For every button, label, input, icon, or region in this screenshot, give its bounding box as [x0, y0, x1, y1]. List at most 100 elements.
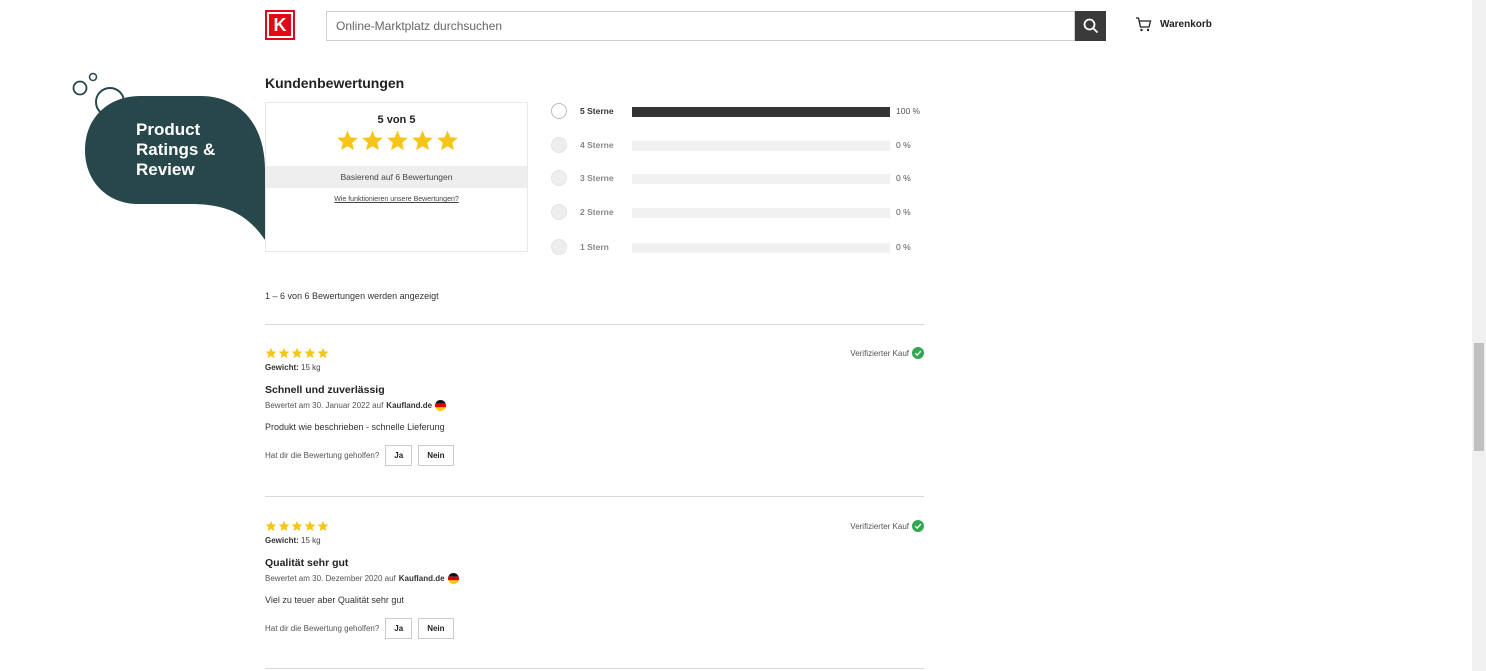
- weight-value: 15 kg: [301, 536, 321, 545]
- rating-filter-5[interactable]: 5 Sterne 100 %: [551, 103, 931, 121]
- german-flag-icon: [435, 400, 447, 411]
- rating-filter-label: 3 Sterne: [580, 173, 614, 183]
- review-item: Verifizierter Kauf Gewicht: 15 kg Schnel…: [265, 347, 924, 487]
- german-flag-icon: [447, 573, 459, 584]
- cart-button[interactable]: Warenkorb: [1135, 17, 1212, 32]
- rating-filter-label: 5 Sterne: [580, 106, 614, 116]
- radio-button[interactable]: [551, 204, 567, 220]
- based-on-text: Basierend auf 6 Bewertungen: [266, 166, 527, 188]
- review-title: Qualität sehr gut: [265, 557, 349, 569]
- rating-percent: 0 %: [896, 242, 911, 252]
- review-meta: Bewertet am 30. Dezember 2020 auf Kaufla…: [265, 573, 459, 584]
- helpful-question: Hat dir die Bewertung geholfen?: [265, 624, 380, 633]
- star-icon: [278, 347, 290, 358]
- divider: [265, 668, 924, 669]
- site-header: K Warenkorb: [0, 0, 1472, 52]
- average-rating-stars: [336, 129, 459, 152]
- search-icon: [1083, 18, 1098, 34]
- star-icon: [304, 347, 316, 358]
- star-icon: [317, 520, 329, 531]
- review-text: Produkt wie beschrieben - schnelle Liefe…: [265, 422, 445, 432]
- rating-filter-2[interactable]: 2 Sterne 0 %: [551, 204, 931, 222]
- scrollbar-thumb[interactable]: [1474, 343, 1484, 451]
- rating-filter-1[interactable]: 1 Stern 0 %: [551, 239, 931, 257]
- weight-value: 15 kg: [301, 363, 321, 372]
- weight-label: Gewicht:: [265, 363, 299, 372]
- store-name: Kaufland.de: [398, 574, 445, 583]
- rating-percent: 0 %: [896, 140, 911, 150]
- review-variant: Gewicht: 15 kg: [265, 363, 321, 372]
- review-meta: Bewertet am 30. Januar 2022 auf Kaufland…: [265, 400, 447, 411]
- verified-label: Verifizierter Kauf: [850, 521, 909, 531]
- rating-filter-3[interactable]: 3 Sterne 0 %: [551, 170, 931, 188]
- divider: [265, 324, 924, 325]
- store-name: Kaufland.de: [386, 401, 433, 410]
- rating-bar-fill: [632, 107, 890, 117]
- search-button[interactable]: [1075, 11, 1106, 41]
- star-icon: [317, 347, 329, 358]
- check-circle-icon: [912, 520, 924, 532]
- logo-letter: K: [269, 14, 291, 36]
- review-text: Viel zu teuer aber Qualität sehr gut: [265, 595, 404, 605]
- rating-bar: [632, 208, 890, 218]
- star-icon: [291, 347, 303, 358]
- helpful-prompt: Hat dir die Bewertung geholfen? Ja Nein: [265, 618, 454, 639]
- verified-label: Verifizierter Kauf: [850, 348, 909, 358]
- rating-bar: [632, 174, 890, 184]
- rating-percent: 100 %: [896, 106, 921, 116]
- search-bar: [326, 11, 1106, 41]
- star-icon: [412, 130, 433, 151]
- helpful-no-button[interactable]: Nein: [418, 618, 454, 639]
- star-icon: [278, 520, 290, 531]
- helpful-no-button[interactable]: Nein: [418, 445, 454, 466]
- rating-summary-card: 5 von 5 Basierend auf 6 Bewertungen Wie …: [265, 102, 528, 252]
- radio-button[interactable]: [551, 170, 567, 186]
- promo-badge: Product Ratings & Review: [70, 70, 270, 245]
- review-variant: Gewicht: 15 kg: [265, 536, 321, 545]
- average-rating-text: 5 von 5: [377, 114, 416, 126]
- star-icon: [387, 130, 408, 151]
- helpful-prompt: Hat dir die Bewertung geholfen? Ja Nein: [265, 445, 454, 466]
- review-stars: [265, 347, 329, 359]
- weight-label: Gewicht:: [265, 536, 299, 545]
- rating-filter-label: 2 Sterne: [580, 207, 614, 217]
- star-icon: [337, 130, 358, 151]
- review-stars: [265, 520, 329, 532]
- review-item: Verifizierter Kauf Gewicht: 15 kg Qualit…: [265, 520, 924, 660]
- rating-percent: 0 %: [896, 173, 911, 183]
- star-icon: [291, 520, 303, 531]
- reviews-count-text: 1 – 6 von 6 Bewertungen werden angezeigt: [265, 291, 439, 301]
- star-icon: [265, 347, 277, 358]
- radio-button[interactable]: [551, 137, 567, 153]
- star-icon: [304, 520, 316, 531]
- radio-button[interactable]: [551, 239, 567, 255]
- how-ratings-work-link[interactable]: Wie funktionieren unsere Bewertungen?: [266, 196, 527, 203]
- search-input[interactable]: [326, 11, 1075, 41]
- rating-filter-label: 4 Sterne: [580, 140, 614, 150]
- cart-label: Warenkorb: [1160, 19, 1212, 30]
- star-icon: [265, 520, 277, 531]
- review-title: Schnell und zuverlässig: [265, 384, 385, 396]
- helpful-yes-button[interactable]: Ja: [385, 618, 413, 639]
- radio-button[interactable]: [551, 103, 567, 119]
- rating-bar: [632, 141, 890, 151]
- review-date: Bewertet am 30. Januar 2022 auf: [265, 401, 384, 410]
- helpful-question: Hat dir die Bewertung geholfen?: [265, 451, 380, 460]
- kaufland-logo[interactable]: K: [265, 10, 295, 40]
- check-circle-icon: [912, 347, 924, 359]
- verified-purchase-badge: Verifizierter Kauf: [850, 347, 924, 359]
- page-scrollbar[interactable]: [1472, 0, 1486, 671]
- ratings-title: Kundenbewertungen: [265, 75, 405, 91]
- helpful-yes-button[interactable]: Ja: [385, 445, 413, 466]
- rating-filter-label: 1 Stern: [580, 242, 609, 252]
- star-icon: [362, 130, 383, 151]
- review-date: Bewertet am 30. Dezember 2020 auf: [265, 574, 396, 583]
- rating-filter-4[interactable]: 4 Sterne 0 %: [551, 137, 931, 155]
- star-icon: [437, 130, 458, 151]
- rating-percent: 0 %: [896, 207, 911, 217]
- divider: [265, 496, 924, 497]
- verified-purchase-badge: Verifizierter Kauf: [850, 520, 924, 532]
- rating-bar: [632, 107, 890, 117]
- promo-label: Product Ratings & Review: [136, 120, 216, 179]
- rating-bar: [632, 243, 890, 253]
